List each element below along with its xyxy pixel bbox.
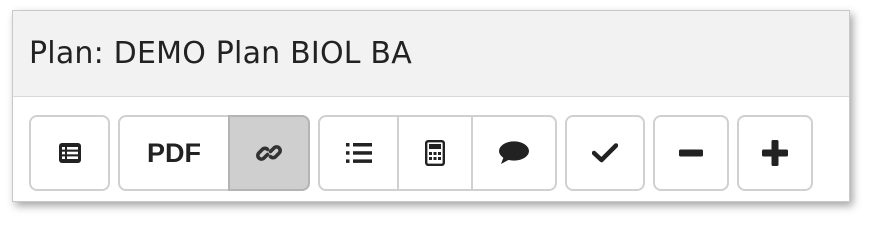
table-view-button[interactable] [29,115,110,191]
list-icon [345,142,372,164]
pdf-button[interactable]: PDF [118,115,230,191]
comment-button[interactable] [471,115,557,191]
calculator-button[interactable] [397,115,473,191]
table-view-group [29,115,110,191]
list-alt-icon [58,143,81,163]
page-title: Plan: DEMO Plan BIOL BA [29,36,412,71]
toolbar: PDF [29,115,821,191]
minus-icon [679,149,703,157]
minus-group [653,115,729,191]
check-icon [592,143,618,163]
tools-group [318,115,557,191]
plus-group [737,115,813,191]
pdf-button-label: PDF [147,137,201,168]
link-button[interactable] [228,115,310,191]
check-button[interactable] [565,115,645,191]
plus-button[interactable] [737,115,813,191]
export-group: PDF [118,115,310,191]
minus-button[interactable] [653,115,729,191]
list-view-button[interactable] [318,115,399,191]
panel-header: Plan: DEMO Plan BIOL BA [13,11,849,97]
plus-icon [762,140,788,166]
calculator-icon [425,140,445,166]
check-group [565,115,645,191]
comment-icon [498,140,530,166]
plan-panel: Plan: DEMO Plan BIOL BA PDF [12,10,850,202]
link-icon [255,139,283,167]
